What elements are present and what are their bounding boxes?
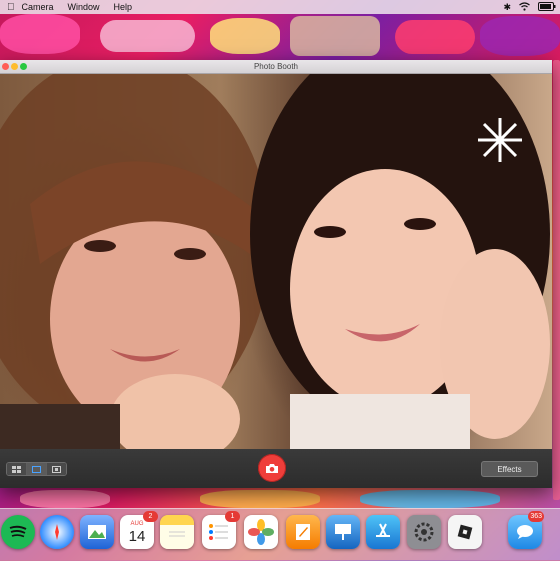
film-icon [52, 465, 61, 473]
wallpaper-sticker [395, 20, 475, 54]
wallpaper-sticker [360, 490, 500, 508]
keynote-app-icon[interactable] [326, 515, 360, 549]
messages-badge: 363 [528, 511, 544, 522]
single-frame-icon [32, 465, 41, 473]
wallpaper-sticker [200, 490, 320, 508]
single-photo-view-button[interactable] [27, 463, 47, 475]
bluetooth-icon[interactable]: ✱ [503, 2, 511, 13]
reminders-badge: 1 [225, 511, 240, 522]
menu-window[interactable]: Window [61, 2, 107, 12]
apple-menu-icon[interactable]:  [0, 2, 22, 13]
window-title: Photo Booth [253, 62, 299, 71]
camera-preview [0, 74, 552, 449]
wallpaper-sticker [20, 490, 110, 508]
wifi-icon[interactable] [519, 1, 530, 13]
safari-app-icon[interactable] [40, 515, 74, 549]
hairpin-decoration [478, 118, 522, 162]
title-bar[interactable]: Photo Booth [0, 60, 552, 74]
wallpaper-sticker [553, 60, 560, 500]
photo-booth-window: Photo Booth Effects [0, 60, 552, 488]
notes-app-icon[interactable] [160, 515, 194, 549]
calendar-month: AUG [130, 520, 144, 527]
reminders-app-icon[interactable]: 1 [202, 511, 240, 549]
messages-app-icon[interactable]: 363 [508, 511, 544, 549]
effects-button[interactable]: Effects [481, 461, 538, 477]
menu-bar:  Camera Window Help ✱ [0, 0, 560, 14]
camera-preview-image [0, 74, 550, 449]
battery-icon[interactable] [538, 1, 556, 13]
photos-app-icon[interactable] [244, 515, 278, 549]
system-preferences-icon[interactable] [407, 515, 441, 549]
status-area: ✱ [503, 0, 556, 14]
wallpaper-sticker [210, 18, 280, 54]
wallpaper-sticker [100, 20, 195, 52]
roblox-app-icon[interactable] [448, 515, 482, 549]
four-up-view-button[interactable] [7, 463, 27, 475]
spotify-app-icon[interactable] [1, 515, 35, 549]
video-view-button[interactable] [47, 463, 66, 475]
control-bar: Effects [0, 449, 552, 488]
pages-app-icon[interactable] [286, 515, 320, 549]
wallpaper-sticker [480, 16, 560, 56]
preview-app-icon[interactable] [80, 515, 114, 549]
calendar-app-icon[interactable]: AUG 14 2 [120, 511, 158, 549]
calendar-badge: 2 [143, 511, 158, 522]
wallpaper-sticker [290, 16, 380, 56]
calendar-day: 14 [128, 527, 146, 545]
menu-camera[interactable]: Camera [22, 2, 61, 12]
camera-icon [266, 463, 278, 473]
take-photo-button[interactable] [258, 454, 286, 482]
wallpaper-sticker [0, 14, 80, 54]
grid-icon [12, 465, 21, 473]
view-mode-selector [6, 462, 67, 476]
app-store-icon[interactable] [366, 515, 400, 549]
menu-help[interactable]: Help [107, 2, 140, 12]
